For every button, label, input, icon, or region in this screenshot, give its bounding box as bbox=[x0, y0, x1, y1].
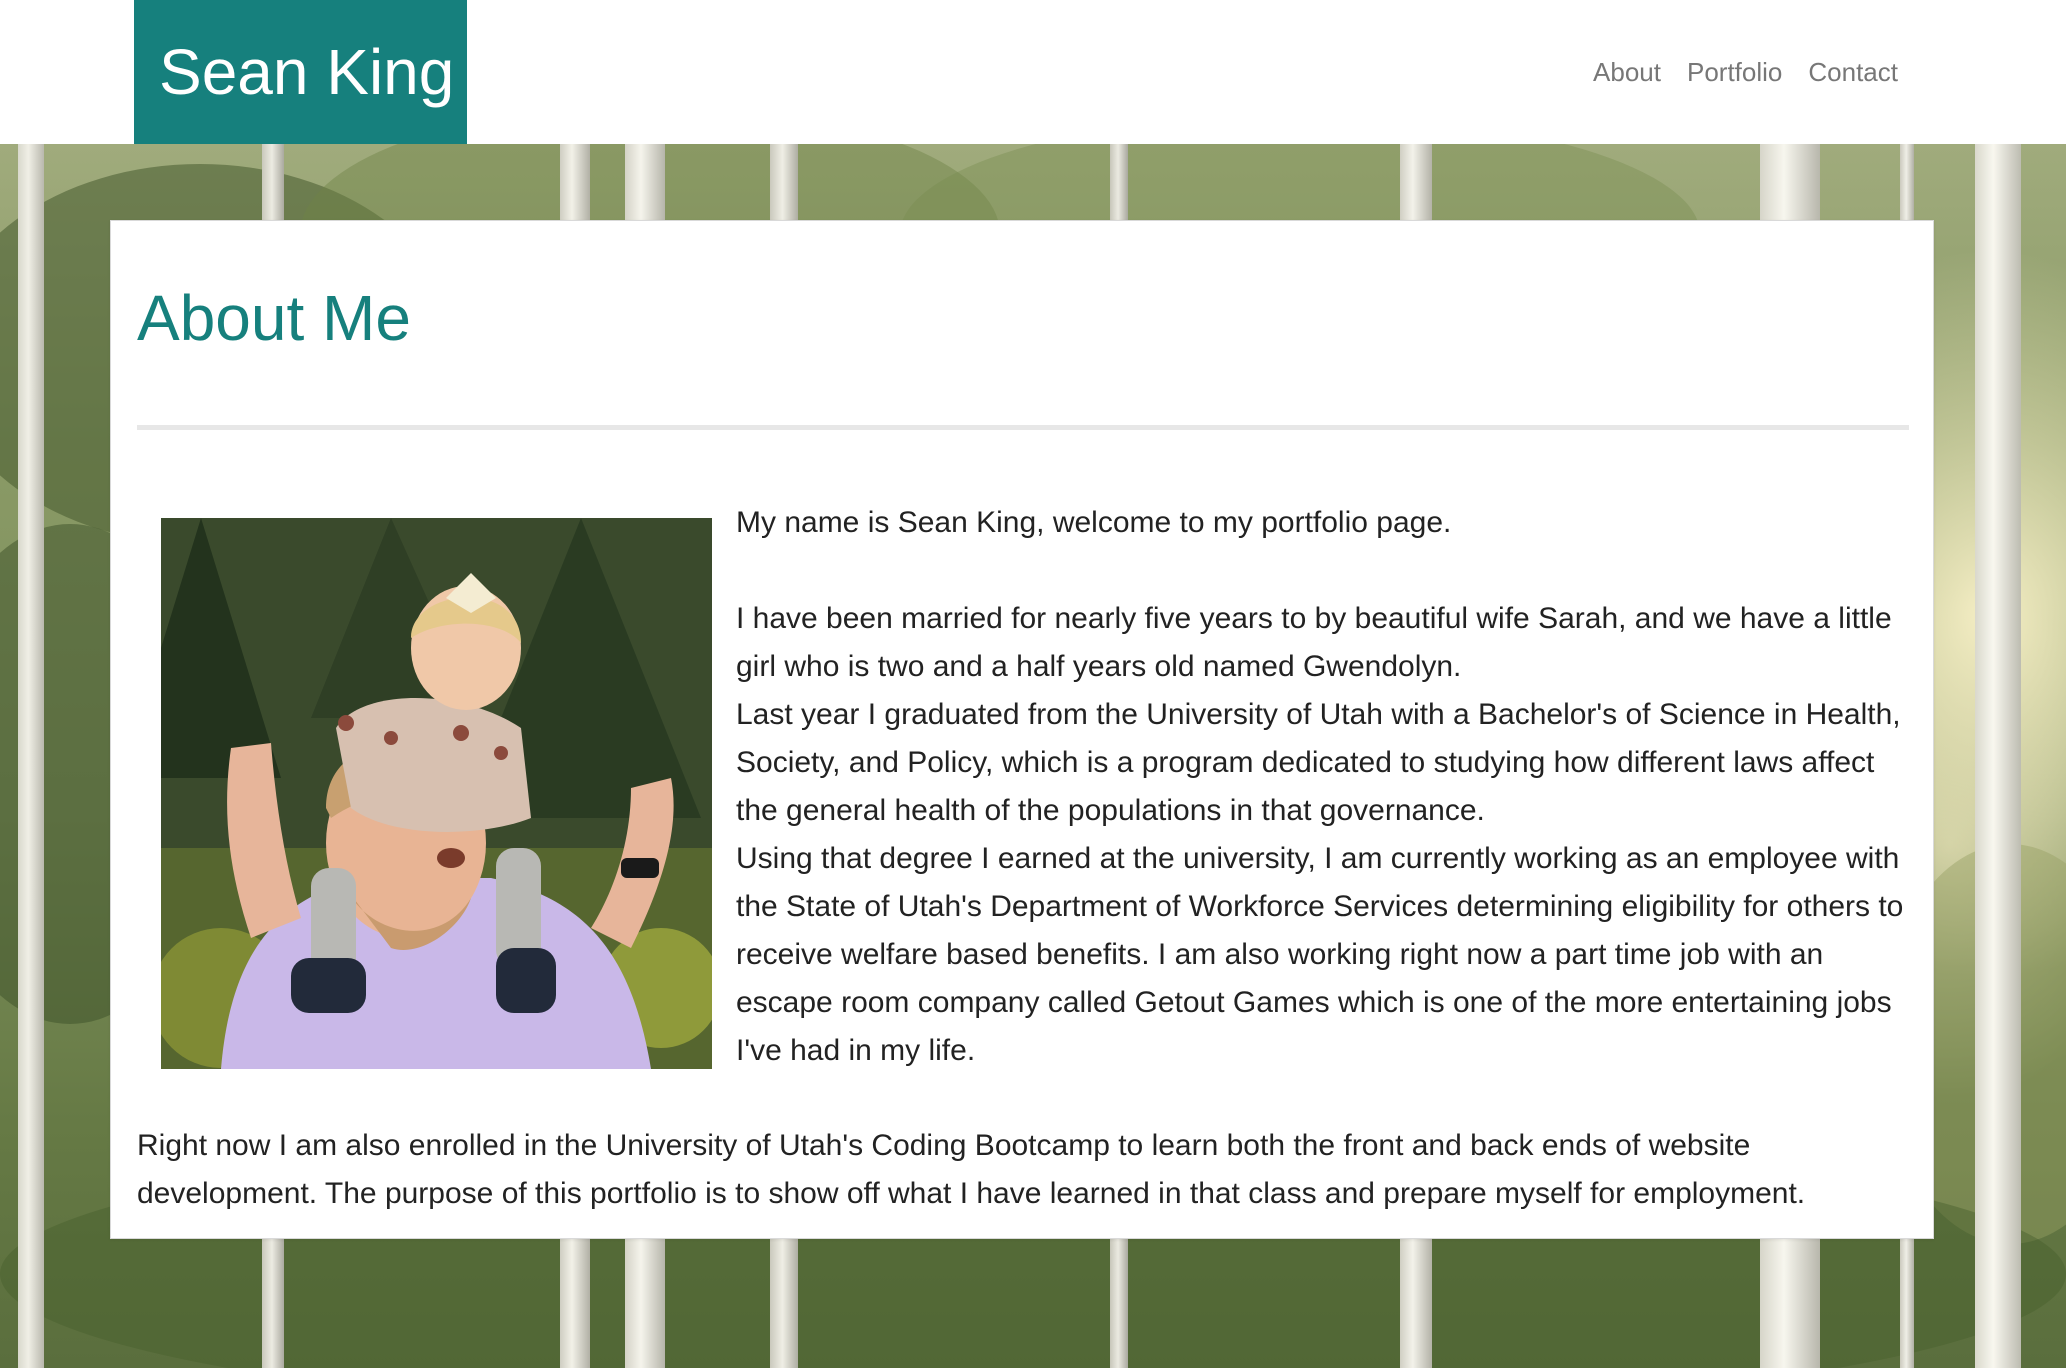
nav-links: About Portfolio Contact bbox=[1593, 0, 1898, 144]
bio-text: My name is Sean King, welcome to my port… bbox=[736, 499, 1906, 1075]
bio-bootcamp: Right now I am also enrolled in the Univ… bbox=[137, 1129, 1806, 1210]
nav-link-portfolio[interactable]: Portfolio bbox=[1687, 57, 1782, 88]
bio-work: Using that degree I earned at the univer… bbox=[736, 842, 1904, 1067]
page: Sean King About Portfolio Contact About … bbox=[0, 0, 2066, 1368]
bio-intro: My name is Sean King, welcome to my port… bbox=[736, 506, 1452, 539]
heading-divider bbox=[137, 425, 1909, 430]
bio-family: I have been married for nearly five year… bbox=[736, 602, 1892, 683]
nav-link-contact[interactable]: Contact bbox=[1808, 57, 1898, 88]
nav-link-about[interactable]: About bbox=[1593, 57, 1661, 88]
profile-photo-illustration bbox=[161, 518, 712, 1069]
profile-photo bbox=[161, 518, 712, 1069]
about-card: About Me My name is Sean King, welcome t… bbox=[110, 220, 1934, 1239]
about-heading: About Me bbox=[137, 282, 411, 354]
brand-logo-link[interactable]: Sean King bbox=[134, 0, 467, 144]
bio-education: Last year I graduated from the Universit… bbox=[736, 698, 1901, 827]
navbar: Sean King About Portfolio Contact bbox=[0, 0, 2066, 144]
